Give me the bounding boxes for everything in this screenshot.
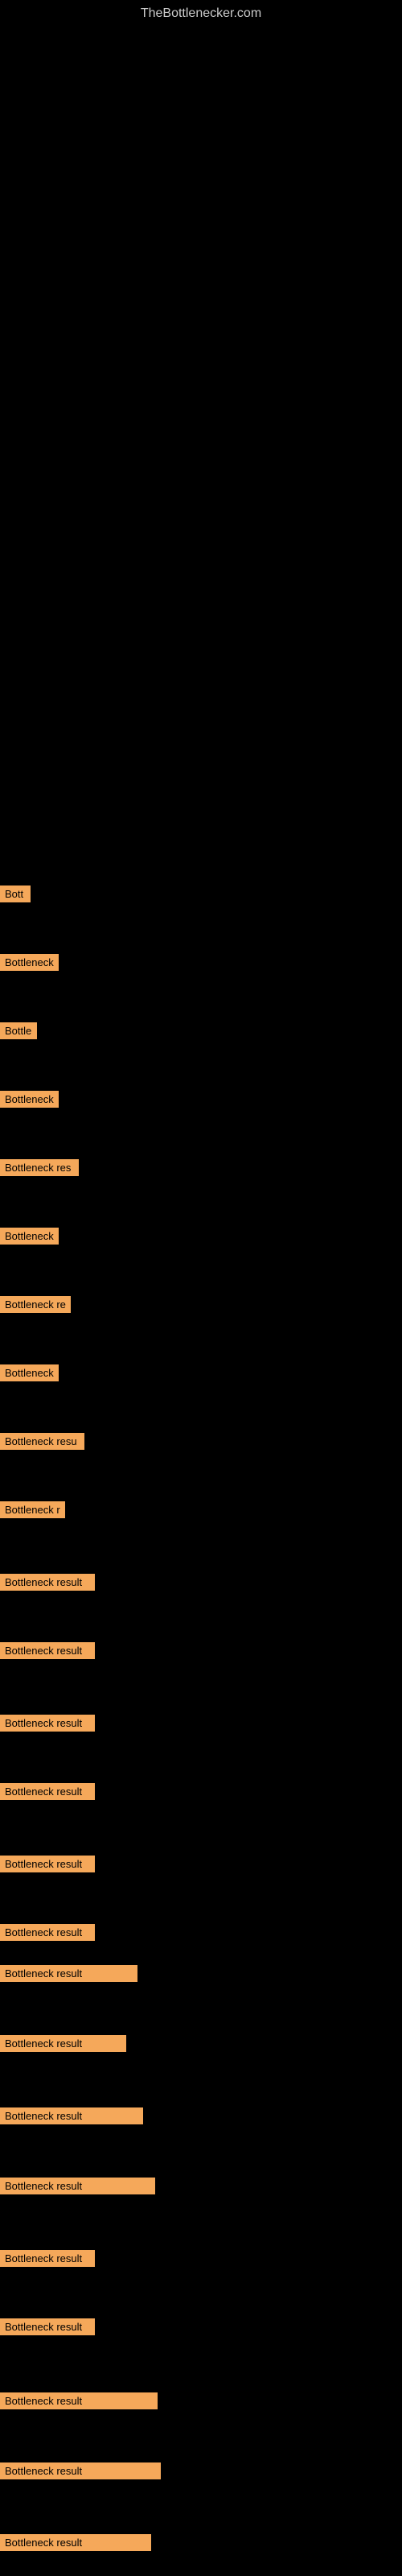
bottleneck-result-10[interactable]: Bottleneck r xyxy=(0,1501,65,1518)
bottleneck-result-17[interactable]: Bottleneck result xyxy=(0,1965,137,1982)
bottleneck-result-21[interactable]: Bottleneck result xyxy=(0,2250,95,2267)
site-title: TheBottlenecker.com xyxy=(0,0,402,24)
bottleneck-result-13[interactable]: Bottleneck result xyxy=(0,1715,95,1732)
bottleneck-result-1[interactable]: Bott xyxy=(0,886,31,902)
bottleneck-result-5[interactable]: Bottleneck res xyxy=(0,1159,79,1176)
bottleneck-result-6[interactable]: Bottleneck xyxy=(0,1228,59,1245)
bottleneck-result-25[interactable]: Bottleneck result xyxy=(0,2534,151,2551)
bottleneck-result-15[interactable]: Bottleneck result xyxy=(0,1856,95,1872)
bottleneck-result-16[interactable]: Bottleneck result xyxy=(0,1924,95,1941)
bottleneck-result-19[interactable]: Bottleneck result xyxy=(0,2107,143,2124)
bottleneck-result-18[interactable]: Bottleneck result xyxy=(0,2035,126,2052)
bottleneck-result-3[interactable]: Bottle xyxy=(0,1022,37,1039)
bottleneck-result-12[interactable]: Bottleneck result xyxy=(0,1642,95,1659)
bottleneck-result-11[interactable]: Bottleneck result xyxy=(0,1574,95,1591)
bottleneck-result-7[interactable]: Bottleneck re xyxy=(0,1296,71,1313)
bottleneck-result-14[interactable]: Bottleneck result xyxy=(0,1783,95,1800)
bottleneck-result-4[interactable]: Bottleneck xyxy=(0,1091,59,1108)
bottleneck-result-8[interactable]: Bottleneck xyxy=(0,1364,59,1381)
bottleneck-result-2[interactable]: Bottleneck xyxy=(0,954,59,971)
bottleneck-result-23[interactable]: Bottleneck result xyxy=(0,2392,158,2409)
bottleneck-result-22[interactable]: Bottleneck result xyxy=(0,2318,95,2335)
bottleneck-result-9[interactable]: Bottleneck resu xyxy=(0,1433,84,1450)
bottleneck-result-20[interactable]: Bottleneck result xyxy=(0,2178,155,2194)
bottleneck-result-24[interactable]: Bottleneck result xyxy=(0,2462,161,2479)
